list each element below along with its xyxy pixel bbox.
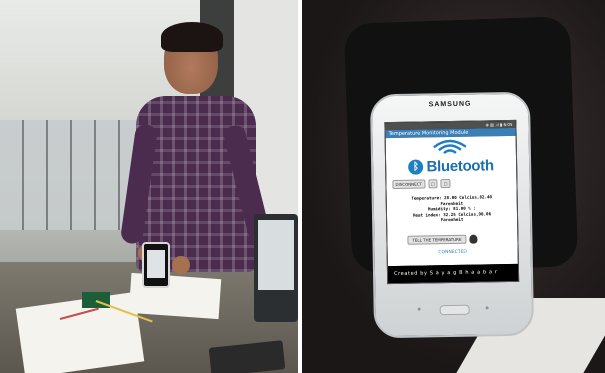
home-button[interactable] <box>439 304 470 316</box>
sensor-readings: Temperature: 28.00 Celcius,82.40 Farenhe… <box>389 194 515 224</box>
person-hair <box>161 22 223 52</box>
laptop <box>254 214 298 322</box>
ear-icon <box>469 234 478 244</box>
person-hand <box>172 256 190 274</box>
bluetooth-icon: ᛒ <box>408 158 424 175</box>
signal-waves-icon <box>433 139 467 155</box>
heat-index-unit: Farenheit <box>440 216 464 223</box>
disconnect-row: DISCONNECT □ □ <box>392 179 451 190</box>
tell-temperature-button[interactable]: TELL THE TEMPERATURE <box>407 234 467 245</box>
bluetooth-title: Bluetooth <box>426 156 494 175</box>
back-key[interactable] <box>485 306 489 310</box>
credits-footer: Created by S a y a g B h a a b a r <box>387 263 520 284</box>
app-content: ᛒ Bluetooth DISCONNECT □ □ Temperature: … <box>385 135 518 267</box>
menu-key[interactable] <box>417 307 421 311</box>
photo-person-workbench <box>0 0 298 373</box>
phone-screen: ⊕ ▤ .ıl ▮ 6:05 Temperature Monitoring Mo… <box>384 119 520 285</box>
brand-label: SAMSUNG <box>428 100 472 109</box>
connection-status: CONNECTED <box>438 249 467 256</box>
small-toggle-button[interactable]: □ <box>440 179 451 189</box>
bluetooth-banner: ᛒ Bluetooth <box>390 156 512 176</box>
small-toggle-button[interactable]: □ <box>427 179 438 189</box>
held-phone <box>142 242 170 288</box>
tell-row: TELL THE TEMPERATURE <box>407 234 478 245</box>
samsung-phone: SAMSUNG ⊕ ▤ .ıl ▮ 6:05 Temperature Monit… <box>369 91 535 339</box>
disconnect-button[interactable]: DISCONNECT <box>392 179 426 190</box>
